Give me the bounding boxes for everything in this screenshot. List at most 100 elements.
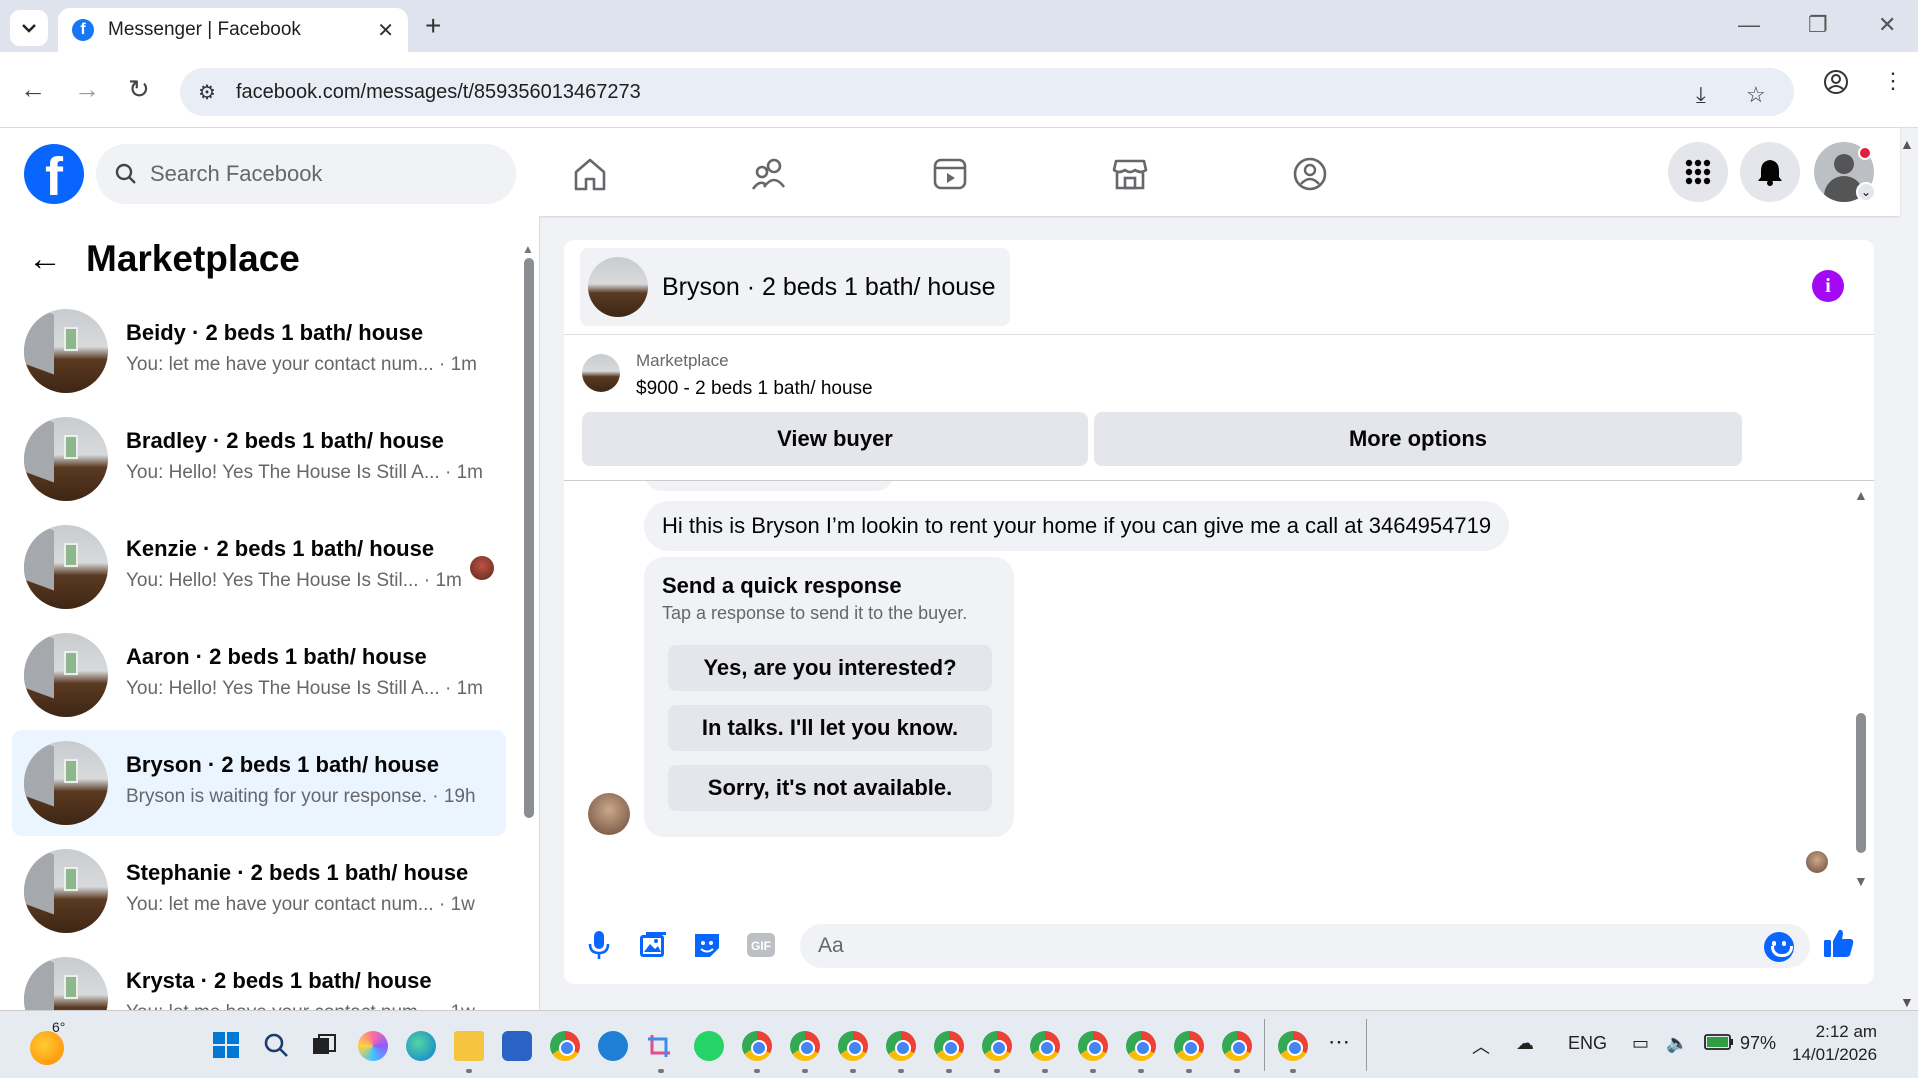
chat-panel: Bryson · 2 beds 1 bath/ house i Marketpl… [564, 240, 1874, 984]
microphone-icon[interactable] [582, 928, 616, 962]
conversation-item[interactable]: Aaron · 2 beds 1 bath/ house You: Hello!… [12, 622, 506, 728]
menu-grid-button[interactable] [1668, 142, 1728, 202]
copilot-icon[interactable] [358, 1031, 388, 1061]
notifications-button[interactable] [1740, 142, 1800, 202]
conversation-name: Bradley · 2 beds 1 bath/ house [126, 428, 444, 453]
thumbs-up-icon[interactable] [1822, 926, 1856, 960]
message-input[interactable]: Aa [800, 924, 1810, 968]
facebook-logo-icon[interactable]: f [24, 144, 84, 204]
conversation-snippet: You: Hello! Yes The House Is Still A... … [126, 462, 483, 483]
back-arrow-icon[interactable]: ← [28, 240, 62, 279]
list-scrollbar[interactable]: ▲ ▼ [522, 242, 534, 1006]
chrome-window-icon[interactable] [1222, 1031, 1252, 1061]
back-button[interactable]: ← [20, 76, 46, 102]
chrome-window-icon[interactable] [1078, 1031, 1108, 1061]
weather-widget[interactable]: 6° [30, 1019, 66, 1065]
language-indicator[interactable]: ENG [1568, 1033, 1607, 1054]
more-apps-icon[interactable]: ⋯ [1328, 1029, 1350, 1055]
network-icon[interactable]: ▭ [1632, 1033, 1649, 1054]
new-tab-button[interactable]: + [425, 12, 441, 40]
home-nav-icon[interactable] [566, 150, 614, 198]
outlook-icon[interactable] [598, 1031, 628, 1061]
clock[interactable]: 2:12 am 14/01/2026 [1792, 1021, 1877, 1067]
site-settings-icon[interactable]: ⚙ [198, 80, 216, 105]
restore-button[interactable]: ❐ [1808, 12, 1828, 38]
conversation-item[interactable]: Bradley · 2 beds 1 bath/ house You: Hell… [12, 406, 506, 512]
chevron-down-icon[interactable]: ⌄ [1856, 182, 1876, 202]
groups-nav-icon[interactable] [1286, 150, 1334, 198]
chrome-window-icon[interactable] [1174, 1031, 1204, 1061]
more-options-button[interactable]: More options [1094, 412, 1742, 466]
emoji-icon[interactable] [1764, 932, 1794, 962]
conversation-snippet: You: let me have your contact num... · 1… [126, 354, 477, 375]
tab-title: Messenger | Facebook [108, 19, 301, 40]
bookmark-star-icon[interactable]: ☆ [1746, 82, 1766, 108]
scroll-up-arrow-icon[interactable]: ▲ [1854, 487, 1868, 503]
edge-browser-icon[interactable] [406, 1031, 436, 1061]
scrollbar-thumb[interactable] [524, 258, 534, 818]
snipping-tool-icon[interactable] [646, 1031, 676, 1061]
conversation-item[interactable]: Kenzie · 2 beds 1 bath/ house You: Hello… [12, 514, 506, 620]
quick-response-button[interactable]: Sorry, it's not available. [668, 765, 992, 811]
friends-nav-icon[interactable] [746, 150, 794, 198]
chrome-menu-icon[interactable]: ⋮ [1882, 68, 1904, 94]
conversation-item-active[interactable]: Bryson · 2 beds 1 bath/ house Bryson is … [12, 730, 506, 836]
running-indicator [994, 1069, 1000, 1073]
chrome-window-icon[interactable] [934, 1031, 964, 1061]
page-scroll-up-arrow-icon[interactable]: ▲ [1900, 136, 1914, 152]
quick-response-button[interactable]: Yes, are you interested? [668, 645, 992, 691]
chrome-window-icon[interactable] [742, 1031, 772, 1061]
chat-header[interactable]: Bryson · 2 beds 1 bath/ house [580, 248, 1010, 326]
tab-search-button[interactable] [10, 10, 48, 46]
volume-icon[interactable]: 🔈 [1666, 1033, 1688, 1054]
video-nav-icon[interactable] [926, 150, 974, 198]
facebook-search-input[interactable]: Search Facebook [96, 144, 516, 204]
store-icon[interactable] [502, 1031, 532, 1061]
listing-thumbnail [24, 849, 108, 933]
chrome-icon[interactable] [550, 1031, 580, 1061]
profile-icon[interactable] [1822, 68, 1850, 102]
chrome-window-icon[interactable] [886, 1031, 916, 1061]
install-app-icon[interactable]: ⤓ [1696, 82, 1706, 108]
close-window-button[interactable]: ✕ [1878, 12, 1896, 38]
conversation-item[interactable]: Beidy · 2 beds 1 bath/ house You: let me… [12, 298, 506, 404]
marketplace-nav-icon[interactable] [1106, 150, 1154, 198]
file-explorer-icon[interactable] [454, 1031, 484, 1061]
minimize-button[interactable]: — [1738, 12, 1760, 38]
photo-icon[interactable] [636, 928, 670, 962]
search-icon[interactable] [262, 1031, 292, 1061]
onedrive-cloud-icon[interactable]: ☁ [1516, 1033, 1534, 1054]
chrome-window-icon[interactable] [982, 1031, 1012, 1061]
tab-close-icon[interactable]: ✕ [377, 18, 394, 43]
conversation-snippet: You: Hello! Yes The House Is Still A... … [126, 678, 483, 699]
gif-icon[interactable]: GIF [744, 928, 778, 962]
page-scroll-down-arrow-icon[interactable]: ▼ [1900, 994, 1914, 1010]
conversation-item[interactable]: Stephanie · 2 beds 1 bath/ house You: le… [12, 838, 506, 944]
chrome-window-icon[interactable] [1030, 1031, 1060, 1061]
message-thread[interactable]: Hi this is Bryson I’m lookin to rent you… [564, 481, 1874, 901]
forward-button[interactable]: → [74, 76, 100, 102]
bell-icon [1758, 160, 1782, 186]
info-icon[interactable]: i [1812, 270, 1844, 302]
whatsapp-icon[interactable] [694, 1031, 724, 1061]
start-windows-icon[interactable] [212, 1031, 242, 1061]
task-view-icon[interactable] [310, 1031, 340, 1061]
conversation-item[interactable]: Krysta · 2 beds 1 bath/ house You: let m… [12, 946, 506, 1010]
scroll-up-arrow-icon[interactable]: ▲ [522, 242, 534, 256]
sticker-icon[interactable] [690, 928, 724, 962]
chrome-window-icon[interactable] [1126, 1031, 1156, 1061]
chrome-window-icon[interactable] [1278, 1031, 1308, 1061]
listing-price[interactable]: $900 - 2 beds 1 bath/ house [636, 378, 873, 400]
scrollbar-thumb[interactable] [1856, 713, 1866, 853]
quick-response-button[interactable]: In talks. I'll let you know. [668, 705, 992, 751]
chevron-up-icon[interactable]: ︿ [1472, 1033, 1490, 1059]
browser-tab-messenger[interactable]: f Messenger | Facebook ✕ [58, 8, 408, 52]
scroll-down-arrow-icon[interactable]: ▼ [1854, 873, 1868, 889]
chrome-window-icon[interactable] [790, 1031, 820, 1061]
view-buyer-button[interactable]: View buyer [582, 412, 1088, 466]
battery-icon[interactable] [1704, 1033, 1734, 1056]
reload-button[interactable]: ↻ [128, 76, 150, 102]
chrome-window-icon[interactable] [838, 1031, 868, 1061]
url-input[interactable]: ⚙ facebook.com/messages/t/85935601346727… [180, 68, 1794, 116]
running-indicator [1290, 1069, 1296, 1073]
